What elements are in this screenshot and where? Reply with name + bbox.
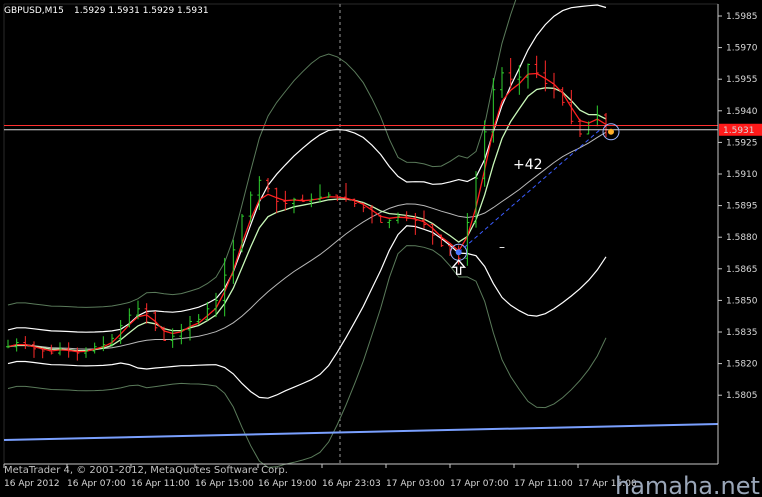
price-tick-label: 1.5865	[726, 265, 758, 275]
price-tick-label: 1.5835	[726, 328, 758, 338]
time-tick-label: 16 Apr 07:00	[67, 479, 126, 489]
price-tick-label: 1.5850	[726, 296, 758, 306]
price-tick-label: 1.5880	[726, 233, 758, 243]
time-tick-label: 17 Apr 07:00	[450, 479, 509, 489]
watermark-text: hamaha.net	[615, 472, 760, 497]
time-tick-label: 16 Apr 23:03	[322, 479, 381, 489]
price-tick-label: 1.5955	[726, 75, 758, 85]
price-tick-label: 1.5940	[726, 107, 758, 117]
ohlc-readout: 1.5929 1.5931 1.5929 1.5931	[74, 6, 209, 16]
symbol-timeframe-label: GBPUSD,M15	[4, 6, 64, 16]
price-tick-label: 1.5925	[726, 138, 758, 148]
time-tick-label: 16 Apr 2012	[4, 479, 60, 489]
price-tick-label: 1.5970	[726, 44, 758, 54]
time-tick-label: 16 Apr 11:00	[131, 479, 190, 489]
price-tick-label: 1.5820	[726, 360, 758, 370]
current-price-label: 1.5931	[723, 126, 755, 136]
price-tick-label: 1.5910	[726, 170, 758, 180]
price-tick-label: 1.5805	[726, 391, 758, 401]
minus-annotation: –	[499, 240, 505, 254]
exit-marker-dot	[608, 128, 614, 135]
price-tick-label: 1.5895	[726, 202, 758, 212]
time-tick-label: 17 Apr 11:00	[514, 479, 573, 489]
time-tick-label: 16 Apr 19:00	[258, 479, 317, 489]
copyright-text: MetaTrader 4, © 2001-2012, MetaQuotes So…	[4, 465, 288, 476]
chart-background	[0, 0, 762, 497]
price-tick-label: 1.5985	[726, 12, 758, 22]
price-chart[interactable]: 1.5931 1.5985 1.5970 1.5955 1.5940 1.5925 1.5…	[0, 0, 762, 497]
profit-annotation: +42	[513, 157, 543, 173]
time-tick-label: 17 Apr 03:00	[386, 479, 445, 489]
time-tick-label: 16 Apr 15:00	[195, 479, 254, 489]
